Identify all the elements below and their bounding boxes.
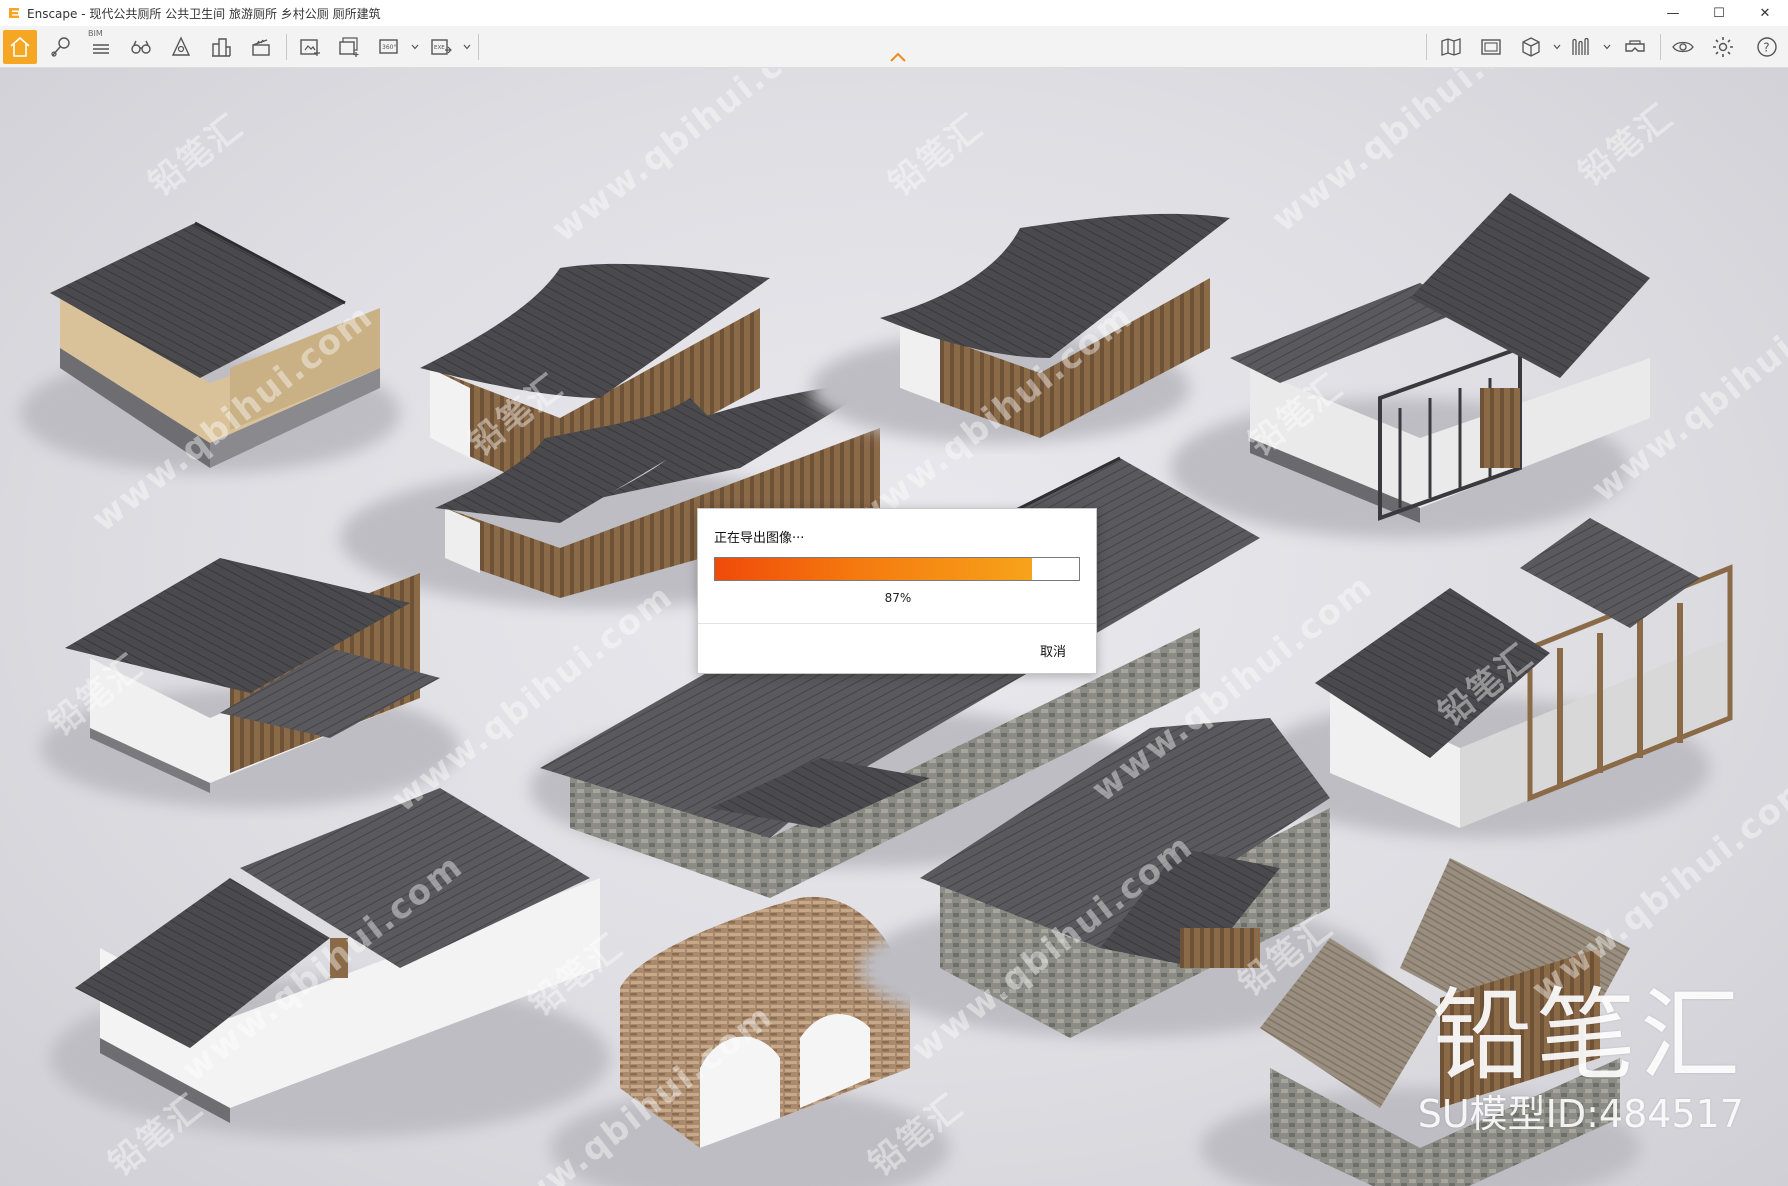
toolbar-separator <box>286 34 287 60</box>
cube-icon <box>1522 37 1540 57</box>
dialog-divider <box>698 623 1096 624</box>
video-editor-button[interactable] <box>244 30 278 64</box>
title-bar: Enscape - 现代公共厕所 公共卫生间 旅游厕所 乡村公厕 厕所建筑 — … <box>0 0 1788 26</box>
cancel-button[interactable]: 取消 <box>1040 641 1066 660</box>
help-button[interactable]: ? <box>1750 30 1784 64</box>
help-icon: ? <box>1757 37 1777 57</box>
window-controls: — ☐ ✕ <box>1650 0 1788 26</box>
export-exe-icon: EXE <box>431 39 452 55</box>
clapperboard-icon <box>252 39 270 56</box>
bim-label: BIM <box>88 29 103 38</box>
visual-settings-button[interactable] <box>1666 30 1700 64</box>
export-dropdown-caret[interactable] <box>462 40 472 54</box>
chevron-down-icon <box>1603 44 1611 50</box>
toolbar: BIM 360° EXE ? <box>0 26 1788 68</box>
eye-icon <box>1672 41 1694 53</box>
building-curved-roof-top <box>810 213 1230 443</box>
building-white-wood-gable <box>40 558 460 808</box>
map-button[interactable] <box>1434 30 1468 64</box>
vr-headset-icon <box>1625 40 1645 52</box>
home-button[interactable] <box>3 30 37 64</box>
views-icon <box>1481 39 1501 55</box>
bim-icon <box>93 44 109 54</box>
enscape-logo-icon <box>9 8 19 18</box>
cube-button[interactable] <box>1514 30 1548 64</box>
batch-render-button[interactable] <box>332 30 366 64</box>
building-modern-pergola <box>1170 193 1650 538</box>
close-button[interactable]: ✕ <box>1742 0 1788 26</box>
panorama-dropdown-caret[interactable] <box>410 40 420 54</box>
bim-button[interactable]: BIM <box>84 29 118 64</box>
maximize-button[interactable]: ☐ <box>1696 0 1742 26</box>
export-progress-dialog: 正在导出图像··· 87% 取消 <box>697 508 1097 674</box>
window-title: Enscape - 现代公共厕所 公共卫生间 旅游厕所 乡村公厕 厕所建筑 <box>27 6 381 21</box>
chevron-down-icon <box>463 44 471 50</box>
buildings-icon <box>212 38 231 57</box>
location-pin-icon <box>51 37 70 57</box>
asset-library-icon <box>171 36 191 56</box>
asset-library-button[interactable] <box>164 30 198 64</box>
buildings-button[interactable] <box>204 30 238 64</box>
settings-button[interactable] <box>1706 30 1740 64</box>
screenshot-icon <box>300 39 320 56</box>
cube-dropdown-caret[interactable] <box>1552 40 1562 54</box>
chevron-down-icon <box>411 44 419 50</box>
measure-button[interactable] <box>1564 30 1598 64</box>
export-exe-button[interactable]: EXE <box>424 30 458 64</box>
building-beige-toilet <box>20 221 400 473</box>
toolbar-separator <box>1426 34 1427 60</box>
toolbar-separator <box>1660 34 1661 60</box>
dialog-title: 正在导出图像··· <box>714 531 805 546</box>
screenshot-button[interactable] <box>292 30 326 64</box>
panorama-360-label: 360° <box>382 44 396 51</box>
location-button[interactable] <box>44 30 78 64</box>
model-id-text: SU模型ID:484517 <box>1417 1092 1744 1136</box>
progress-percent: 87% <box>884 591 912 605</box>
help-label: ? <box>1763 41 1769 55</box>
views-button[interactable] <box>1474 30 1508 64</box>
progress-bar <box>714 557 1080 581</box>
minimize-button[interactable]: — <box>1650 0 1696 26</box>
panorama-button[interactable]: 360° <box>372 30 406 64</box>
export-exe-label: EXE <box>434 45 445 51</box>
panorama-360-icon: 360° <box>379 39 398 54</box>
map-icon <box>1441 38 1461 56</box>
settings-gear-icon <box>1713 37 1733 57</box>
ruler-icon <box>1572 37 1589 55</box>
brand-logo-text: 铅笔汇 <box>1432 977 1744 1094</box>
batch-render-icon <box>339 37 359 57</box>
progress-fill <box>715 558 1032 580</box>
building-white-large-bottom-left <box>50 788 610 1138</box>
vr-button[interactable] <box>1618 30 1652 64</box>
toolbar-separator <box>478 34 479 60</box>
home-icon <box>10 36 30 57</box>
measure-dropdown-caret[interactable] <box>1602 40 1612 54</box>
chevron-down-icon <box>1553 44 1561 50</box>
binoculars-button[interactable] <box>124 30 158 64</box>
binoculars-icon <box>131 40 151 54</box>
brand-watermark: 铅笔汇 <box>1304 986 1744 1086</box>
chevron-up-icon[interactable] <box>888 50 908 64</box>
